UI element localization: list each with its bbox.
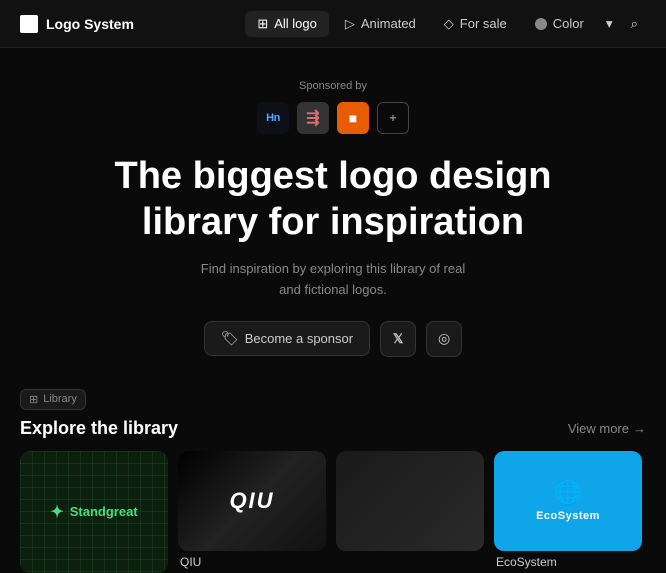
hero-buttons: 🏷 Become a sponsor 𝕏 ◎ bbox=[20, 321, 646, 357]
color-dot-icon bbox=[535, 18, 547, 30]
standgreat-image: ✦ Standgreat bbox=[20, 451, 168, 573]
hero-title-line1: The biggest logo design bbox=[115, 155, 552, 197]
hero-subtitle: Find inspiration by exploring this libra… bbox=[20, 259, 646, 301]
qiu-face: QIU bbox=[178, 451, 326, 551]
play-icon: ▷ bbox=[345, 16, 355, 32]
sponsor-logo-2[interactable]: ⇶ bbox=[297, 102, 329, 134]
library-icon: ⊞ bbox=[29, 393, 38, 406]
ecosystem-globe-icon: 🌐 bbox=[554, 480, 581, 506]
nav-for-sale[interactable]: ◇ For sale bbox=[432, 11, 519, 37]
nav-color[interactable]: Color bbox=[523, 11, 596, 36]
library-title: Explore the library bbox=[20, 418, 178, 439]
card-ecosystem[interactable]: 🌐 EcoSystem EcoSystem bbox=[494, 451, 642, 573]
nav-animated[interactable]: ▷ Animated bbox=[333, 11, 428, 37]
standgreat-text: Standgreat bbox=[70, 504, 138, 519]
logo-text: Logo System bbox=[46, 16, 134, 32]
hero-title: The biggest logo design library for insp… bbox=[20, 154, 646, 245]
library-badge: ⊞ Library bbox=[20, 389, 86, 410]
navbar: Logo System ⊞ All logo ▷ Animated ◇ For … bbox=[0, 0, 666, 48]
tag-icon: ◇ bbox=[444, 16, 454, 32]
card-qiu[interactable]: QIU QIU bbox=[178, 451, 326, 573]
ecosystem-label: EcoSystem bbox=[494, 551, 642, 573]
hero-title-line2: library for inspiration bbox=[142, 201, 524, 243]
card-middle[interactable] bbox=[336, 451, 484, 573]
sponsor-logo-1[interactable]: Hn bbox=[257, 102, 289, 134]
sponsor-logos: Hn ⇶ ■ + bbox=[20, 102, 646, 134]
search-icon: ⌕ bbox=[631, 16, 638, 31]
grid-icon: ⊞ bbox=[257, 16, 268, 32]
logo-icon bbox=[20, 15, 38, 33]
qiu-text: QIU bbox=[229, 488, 274, 514]
logo[interactable]: Logo System bbox=[20, 15, 134, 33]
library-header: Explore the library View more → bbox=[20, 418, 646, 439]
nav-all-logo[interactable]: ⊞ All logo bbox=[245, 11, 329, 37]
middle-label bbox=[336, 551, 484, 559]
ecosystem-text: EcoSystem bbox=[536, 510, 600, 522]
card-standgreat[interactable]: ✦ Standgreat StandGreat bbox=[20, 451, 168, 573]
qiu-label: QIU bbox=[178, 551, 326, 573]
sponsor-logo-add[interactable]: + bbox=[377, 102, 409, 134]
nav-links: ⊞ All logo ▷ Animated ◇ For sale Color ▾… bbox=[245, 11, 646, 37]
ecosystem-image: 🌐 EcoSystem bbox=[494, 451, 642, 551]
qiu-image: QIU bbox=[178, 451, 326, 551]
instagram-button[interactable]: ◎ bbox=[426, 321, 462, 357]
cards-row: ✦ Standgreat StandGreat QIU QIU 🌐 bbox=[20, 451, 646, 573]
sponsor-icon: 🏷 bbox=[221, 330, 239, 347]
become-sponsor-button[interactable]: 🏷 Become a sponsor bbox=[204, 321, 370, 356]
arrow-right-icon: → bbox=[633, 421, 646, 436]
sponsor-logo-3[interactable]: ■ bbox=[337, 102, 369, 134]
view-more-button[interactable]: View more → bbox=[568, 421, 646, 436]
twitter-icon: 𝕏 bbox=[393, 331, 403, 347]
search-button[interactable]: ⌕ bbox=[623, 11, 646, 37]
chevron-down-icon: ▾ bbox=[606, 16, 613, 31]
hero-section: Sponsored by Hn ⇶ ■ + The biggest logo d… bbox=[0, 48, 666, 389]
middle-image bbox=[336, 451, 484, 551]
sponsored-label: Sponsored by bbox=[20, 80, 646, 92]
library-section: ⊞ Library Explore the library View more … bbox=[0, 389, 666, 573]
nav-chevron-button[interactable]: ▾ bbox=[600, 11, 619, 37]
instagram-icon: ◎ bbox=[438, 330, 450, 347]
twitter-button[interactable]: 𝕏 bbox=[380, 321, 416, 357]
